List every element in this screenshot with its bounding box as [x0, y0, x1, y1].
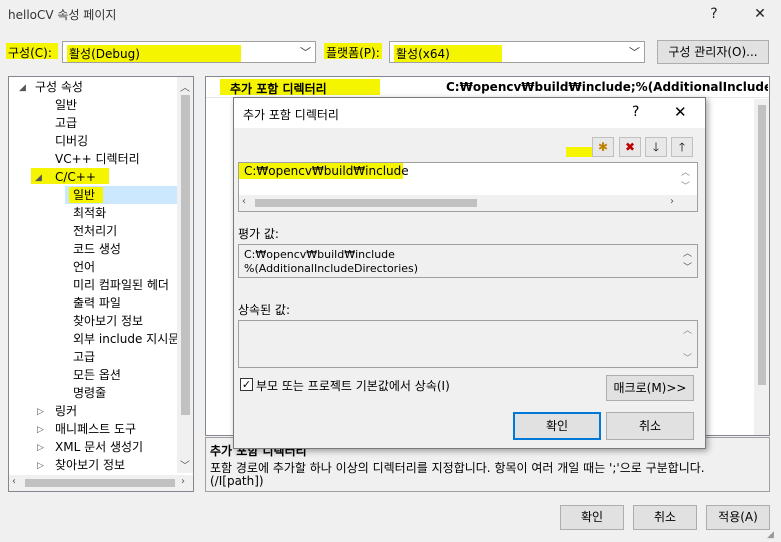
evaluated-line-1: C:₩opencv₩build₩include: [244, 248, 395, 261]
platform-label: 플랫폼(P):: [326, 46, 380, 60]
tree-item-optimization[interactable]: 최적화: [73, 204, 106, 222]
close-button[interactable]: ✕: [748, 4, 772, 24]
chevron-right-icon[interactable]: ›: [670, 196, 674, 207]
macro-button[interactable]: 매크로(M)>>: [606, 375, 694, 401]
tree-item-advanced[interactable]: 고급: [55, 114, 77, 132]
new-line-icon[interactable]: ✱: [592, 137, 614, 157]
grid-property-value[interactable]: C:₩opencv₩build₩include;%(AdditionalIncl…: [446, 80, 768, 94]
collapse-icon[interactable]: ◢: [19, 79, 26, 97]
config-value: 활성(Debug): [67, 45, 241, 62]
tree-item-pch[interactable]: 미리 컴파일된 헤더: [73, 276, 169, 294]
tree-item-general[interactable]: 일반: [55, 96, 77, 114]
entry-list[interactable]: C:₩opencv₩build₩include ︿ ﹀ ‹ ›: [238, 162, 698, 212]
apply-button[interactable]: 적용(A): [706, 505, 770, 530]
tree-item-output-files[interactable]: 출력 파일: [73, 294, 121, 312]
expand-icon[interactable]: ▷: [37, 457, 44, 475]
dialog-titlebar: 추가 포함 디렉터리 ? ✕: [234, 98, 705, 128]
tree-item-debugging[interactable]: 디버깅: [55, 132, 88, 150]
evaluated-box: C:₩opencv₩build₩include %(AdditionalIncl…: [238, 244, 698, 278]
scroll-thumb[interactable]: [255, 199, 477, 207]
delete-icon[interactable]: ✖: [619, 137, 641, 157]
platform-value: 활성(x64): [394, 45, 502, 62]
expand-icon[interactable]: ▷: [37, 421, 44, 439]
evaluated-label: 평가 값:: [238, 227, 279, 241]
ok-button[interactable]: 확인: [560, 505, 624, 530]
config-combo[interactable]: 활성(Debug) ﹀: [62, 41, 316, 63]
chevron-down-icon[interactable]: ﹀: [683, 351, 692, 364]
dialog-title: 추가 포함 디렉터리: [243, 108, 339, 122]
grid-vscroll[interactable]: [754, 99, 769, 435]
help-button[interactable]: ?: [702, 4, 726, 24]
inherit-checkbox-label[interactable]: 부모 또는 프로젝트 기본값에서 상속(I): [256, 377, 450, 394]
chevron-down-icon: ﹀: [300, 46, 311, 59]
chevron-left-icon[interactable]: ‹: [12, 476, 16, 487]
tree-item-codegen[interactable]: 코드 생성: [73, 240, 121, 258]
move-down-icon[interactable]: 🡓: [645, 137, 667, 157]
tree-item-all-options[interactable]: 모든 옵션: [73, 366, 121, 384]
chevron-down-icon[interactable]: ﹀: [683, 260, 692, 273]
resize-grip-icon[interactable]: ◢: [767, 530, 774, 540]
tree-item-linker[interactable]: 링커: [55, 402, 77, 420]
description-text: 포함 경로에 추가할 하나 이상의 디렉터리를 지정합니다. 항목이 여러 개일…: [210, 461, 705, 475]
tree-item-language[interactable]: 언어: [73, 258, 95, 276]
dialog-cancel-button[interactable]: 취소: [606, 412, 694, 440]
dialog-help-button[interactable]: ?: [632, 104, 639, 120]
chevron-up-icon[interactable]: ︿: [683, 246, 692, 259]
tree-item-vc-dirs[interactable]: VC++ 디렉터리: [55, 150, 140, 168]
config-manager-button[interactable]: 구성 관리자(O)...: [657, 40, 769, 64]
tree-item-cpp-general[interactable]: 일반: [73, 186, 95, 204]
expand-icon[interactable]: ▷: [37, 439, 44, 457]
tree-item-browse-info[interactable]: 찾아보기 정보: [73, 312, 143, 330]
tree-item-external-include[interactable]: 외부 include 지시문: [73, 330, 179, 348]
tree-item-cpp[interactable]: C/C++: [55, 168, 96, 186]
chevron-left-icon[interactable]: ‹: [242, 196, 246, 207]
evaluated-line-2: %(AdditionalIncludeDirectories): [244, 262, 419, 275]
property-tree: ◢ 구성 속성 일반 고급 디버깅 VC++ 디렉터리 ◢ C/C++ 일반 최…: [8, 76, 194, 492]
inherited-box: ︿ ﹀: [238, 320, 698, 368]
tree-item-cpp-advanced[interactable]: 고급: [73, 348, 95, 366]
tree-item-browse-info-2[interactable]: 찾아보기 정보: [55, 456, 125, 474]
description-switch: (/I[path]): [210, 474, 264, 488]
title-bar: helloCV 속성 페이지 ? ✕: [0, 0, 781, 28]
platform-combo[interactable]: 활성(x64) ﹀: [389, 41, 645, 63]
tree-item-config-props[interactable]: 구성 속성: [35, 78, 83, 96]
tree-item-command-line[interactable]: 명령줄: [73, 384, 106, 402]
tree-item-preprocessor[interactable]: 전처리기: [73, 222, 117, 240]
entry-hscroll[interactable]: ‹ ›: [239, 195, 697, 211]
scroll-thumb[interactable]: [25, 479, 175, 487]
move-up-icon[interactable]: 🡑: [671, 137, 693, 157]
include-dirs-dialog: 추가 포함 디렉터리 ? ✕ ✱ ✖ 🡓 🡑 C:₩opencv₩build₩i…: [233, 97, 706, 449]
tree-vscroll[interactable]: ︿ ﹀: [177, 77, 193, 473]
tree-hscroll[interactable]: ‹ ›: [9, 475, 193, 491]
expand-icon[interactable]: ▷: [37, 403, 44, 421]
chevron-down-icon[interactable]: ﹀: [180, 457, 190, 472]
dialog-ok-button[interactable]: 확인: [513, 412, 601, 440]
entry-line[interactable]: C:₩opencv₩build₩include: [244, 164, 409, 178]
collapse-icon[interactable]: ◢: [35, 169, 42, 187]
scroll-thumb[interactable]: [181, 95, 190, 415]
config-label: 구성(C):: [8, 46, 52, 60]
chevron-down-icon: ﹀: [629, 46, 640, 59]
chevron-up-icon[interactable]: ︿: [681, 165, 690, 178]
dialog-close-button[interactable]: ✕: [674, 103, 687, 121]
grid-property-name[interactable]: 추가 포함 디렉터리: [230, 80, 327, 97]
inherited-label: 상속된 값:: [238, 303, 291, 317]
tree-item-manifest[interactable]: 매니페스트 도구: [55, 420, 136, 438]
chevron-right-icon[interactable]: ›: [181, 476, 185, 487]
inherit-checkbox[interactable]: ✓: [240, 378, 253, 391]
chevron-up-icon[interactable]: ︿: [180, 79, 190, 94]
cancel-button[interactable]: 취소: [633, 505, 697, 530]
chevron-down-icon[interactable]: ﹀: [681, 179, 690, 192]
scroll-thumb[interactable]: [758, 105, 766, 385]
chevron-up-icon[interactable]: ︿: [683, 323, 692, 336]
window-title: helloCV 속성 페이지: [8, 8, 117, 22]
tree-item-xml-doc[interactable]: XML 문서 생성기: [55, 438, 143, 456]
